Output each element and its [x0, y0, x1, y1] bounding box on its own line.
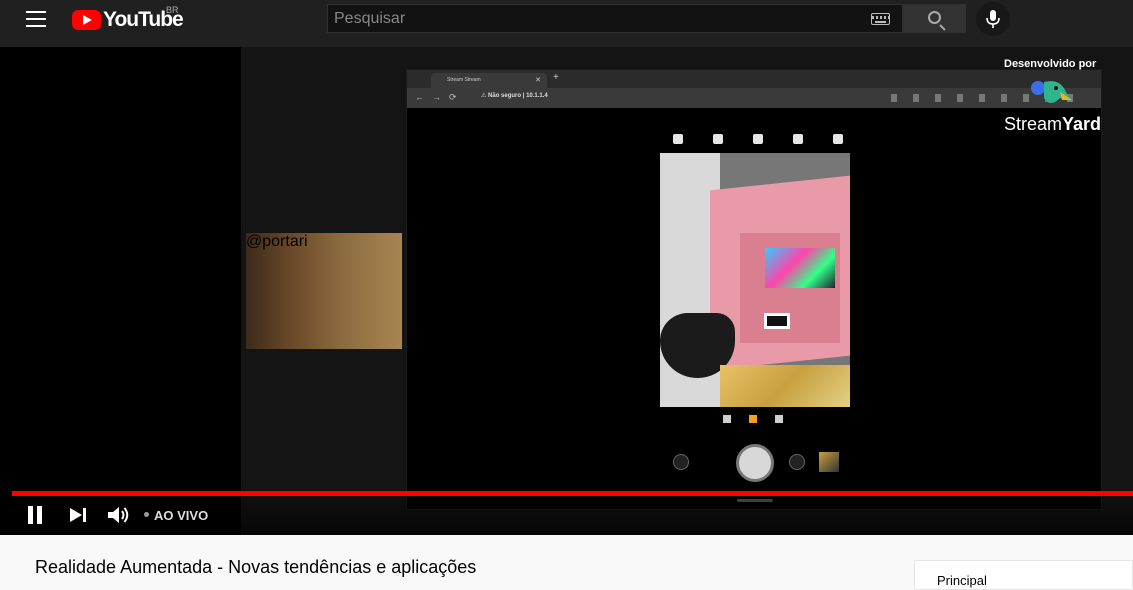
streamyard-wordmark: StreamYard: [1004, 114, 1101, 135]
keyboard-icon[interactable]: [871, 13, 890, 25]
phone-camera-preview: [660, 153, 850, 407]
voice-search-button[interactable]: [976, 2, 1010, 36]
url-warning: Não seguro: [488, 93, 522, 99]
camera-switch-icon: [673, 454, 689, 470]
search-icon: [928, 11, 941, 24]
streamyard-brand-bold: Yard: [1062, 114, 1102, 134]
video-camera-icon: [775, 415, 783, 423]
microphone-icon: [986, 10, 1000, 28]
grid-icon: [723, 415, 731, 423]
country-code: BR: [166, 5, 179, 15]
streamyard-mascot-icon: [1031, 81, 1072, 103]
side-card[interactable]: Principal: [914, 560, 1133, 590]
browser-url: ⚠ Não seguro | 10.1.1.4: [481, 93, 548, 99]
video-title: Realidade Aumentada - Novas tendências e…: [35, 557, 477, 577]
player-controls: AO VIVO: [0, 496, 1133, 535]
url-text: 10.1.1.4: [526, 93, 548, 99]
lens-icon: [789, 454, 805, 470]
pause-icon[interactable]: [26, 506, 44, 524]
hologram: [765, 248, 835, 288]
gallery-thumbnail: [819, 452, 839, 472]
masthead: YouTube BR: [0, 0, 1133, 47]
filter-icon: [793, 134, 803, 144]
search-input[interactable]: [328, 5, 902, 32]
browser-tab-title: Stream Stream: [447, 77, 481, 83]
menu-icon[interactable]: [26, 11, 46, 27]
browser-toolbar: ←→⟳ ⚠ Não seguro | 10.1.1.4: [407, 88, 1101, 108]
browser-tab: Stream Stream ✕: [431, 73, 547, 88]
browser-tab-strip: Stream Stream ✕ +: [407, 70, 1101, 88]
camera-mode-row: [723, 415, 783, 425]
side-card-text: Principal: [937, 573, 987, 588]
youtube-play-icon: [72, 10, 101, 30]
live-label[interactable]: AO VIVO: [154, 508, 208, 523]
search-button[interactable]: [903, 4, 966, 33]
tab-close-icon: ✕: [535, 77, 541, 84]
browser-nav-icons: ←→⟳: [415, 92, 465, 102]
camera-settings-icons: [673, 134, 843, 146]
live-dot-icon: [144, 512, 149, 517]
gear-icon: [833, 134, 843, 144]
shutter-button-icon: [736, 444, 774, 482]
streamyard-developed-by: Desenvolvido por: [1004, 58, 1097, 70]
volume-icon[interactable]: [106, 504, 130, 526]
streamyard-brand-light: Stream: [1004, 114, 1063, 134]
ar-marker: [764, 313, 790, 329]
search-box: [327, 4, 903, 33]
webcam-name-label: @portari: [246, 233, 402, 349]
below-player: Realidade Aumentada - Novas tendências e…: [0, 535, 1133, 590]
timer-icon: [753, 134, 763, 144]
flash-icon: [713, 134, 723, 144]
next-icon[interactable]: [70, 506, 88, 524]
new-tab-icon: +: [553, 72, 559, 83]
photo-icon: [749, 415, 757, 423]
hdr-icon: [673, 134, 683, 144]
screen-share: Stream Stream ✕ + ←→⟳ ⚠ Não seguro | 10.…: [406, 69, 1102, 510]
